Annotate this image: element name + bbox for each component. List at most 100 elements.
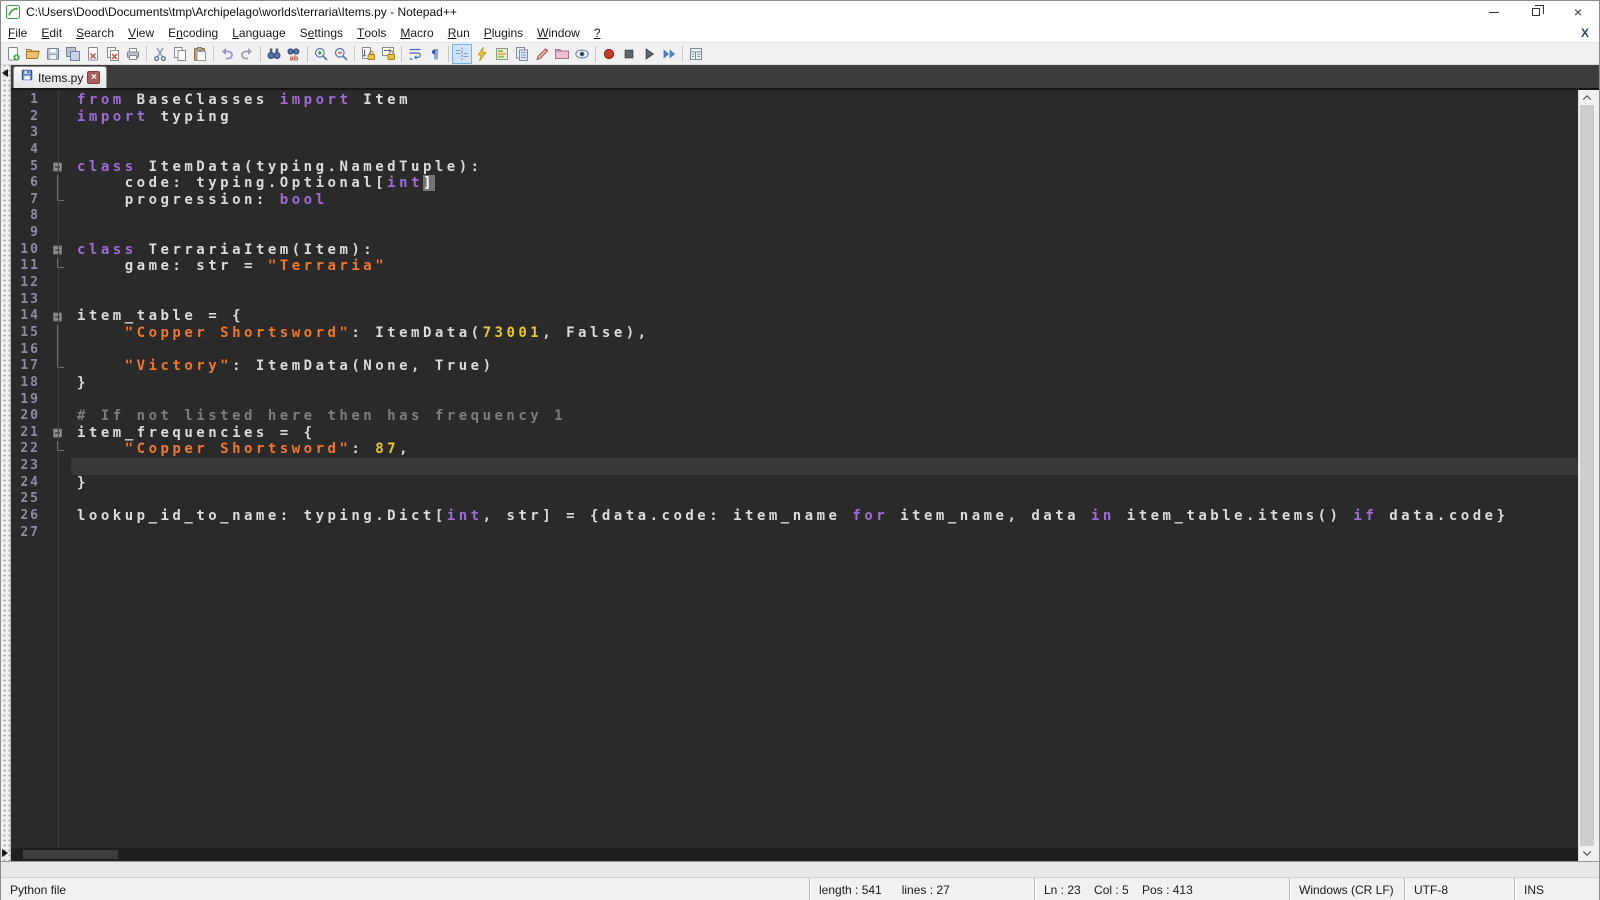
code-line-17[interactable]: "Victory": ItemData(None, True) [71,358,1578,375]
code-line-27[interactable] [71,525,1578,542]
redo-button[interactable] [237,44,257,64]
macro-stop-button[interactable] [619,44,639,64]
line-number[interactable]: 16 [11,342,49,359]
code-line-10[interactable]: class TerrariaItem(Item): [71,242,1578,259]
replace-button[interactable]: ab [284,44,304,64]
menu-item-encoding[interactable]: Encoding [161,23,225,42]
close-button[interactable] [83,44,103,64]
monitoring-button[interactable] [572,44,592,64]
line-number[interactable]: 26 [11,508,49,525]
line-number[interactable]: 8 [11,208,49,225]
code-line-1[interactable]: from BaseClasses import Item [71,92,1578,109]
open-button[interactable] [23,44,43,64]
code-line-20[interactable]: # If not listed here then has frequency … [71,408,1578,425]
line-number[interactable]: 1 [11,92,49,109]
code-line-5[interactable]: class ItemData(typing.NamedTuple): [71,159,1578,176]
status-encoding[interactable]: UTF-8 [1404,878,1514,900]
code-line-18[interactable]: } [71,375,1578,392]
menu-item-macro[interactable]: Macro [393,23,440,42]
menu-item-file[interactable]: File [1,23,34,42]
print-button[interactable] [123,44,143,64]
sync-scroll-vertical-button[interactable] [358,44,378,64]
line-number[interactable]: 9 [11,225,49,242]
code-line-2[interactable]: import typing [71,109,1578,126]
line-number[interactable]: 13 [11,292,49,309]
scroll-down-arrow-icon[interactable] [1579,846,1595,861]
editor-text-area[interactable]: 1 from BaseClasses import Item 2 import typ… [11,90,1578,861]
line-number[interactable]: 25 [11,491,49,508]
close-document-x-button[interactable]: X [1581,26,1589,40]
close-all-button[interactable] [103,44,123,64]
line-number[interactable]: 3 [11,125,49,142]
macro-record-button[interactable] [599,44,619,64]
menu-item-run[interactable]: Run [441,23,477,42]
find-button[interactable] [264,44,284,64]
code-line-6[interactable]: code: typing.Optional[int] [71,175,1578,192]
code-line-25[interactable] [71,491,1578,508]
document-switcher-button[interactable] [686,44,706,64]
line-number[interactable]: 2 [11,109,49,126]
line-number[interactable]: 21 [11,425,49,442]
undo-button[interactable] [217,44,237,64]
tab-close-icon[interactable]: × [87,71,100,84]
line-number[interactable]: 12 [11,275,49,292]
vertical-scrollbar-track[interactable] [1579,105,1595,846]
line-number[interactable]: 22 [11,441,49,458]
word-wrap-button[interactable] [405,44,425,64]
code-line-12[interactable] [71,275,1578,292]
line-number[interactable]: 18 [11,375,49,392]
macro-run-multiple-button[interactable] [659,44,679,64]
code-line-14[interactable]: item_table = { [71,308,1578,325]
line-number[interactable]: 14 [11,308,49,325]
menu-item-view[interactable]: View [121,23,161,42]
line-number[interactable]: 27 [11,525,49,542]
menu-item-plugins[interactable]: Plugins [477,23,530,42]
cut-button[interactable] [150,44,170,64]
code-line-19[interactable] [71,392,1578,409]
menu-item-search[interactable]: Search [69,23,121,42]
menu-item-tools[interactable]: Tools [350,23,393,42]
menu-item-window[interactable]: Window [530,23,587,42]
code-line-23[interactable] [71,458,1578,475]
code-line-4[interactable] [71,142,1578,159]
line-number[interactable]: 5 [11,159,49,176]
show-indent-guide-button[interactable] [452,44,472,64]
document-map-button[interactable] [492,44,512,64]
menu-item-settings[interactable]: Settings [293,23,350,42]
sync-scroll-horizontal-button[interactable] [378,44,398,64]
horizontal-scrollbar[interactable] [11,848,1578,861]
code-line-22[interactable]: "Copper Shortsword": 87, [71,441,1578,458]
line-number[interactable]: 20 [11,408,49,425]
line-number[interactable]: 10 [11,242,49,259]
code-line-21[interactable]: item_frequencies = { [71,425,1578,442]
code-line-24[interactable]: } [71,475,1578,492]
code-line-9[interactable] [71,225,1578,242]
line-number[interactable]: 6 [11,175,49,192]
function-list-button[interactable] [472,44,492,64]
zoom-out-button[interactable] [331,44,351,64]
menu-item-help[interactable]: ? [587,23,608,42]
code-line-8[interactable] [71,208,1578,225]
code-line-13[interactable] [71,292,1578,309]
line-number[interactable]: 23 [11,458,49,475]
copy-button[interactable] [170,44,190,64]
docking-grip[interactable] [1,65,11,861]
vertical-scrollbar-thumb[interactable] [1580,105,1594,846]
macro-play-button[interactable] [639,44,659,64]
folder-as-workspace-button[interactable] [552,44,572,64]
line-number[interactable]: 11 [11,258,49,275]
status-insert-mode[interactable]: INS [1514,878,1599,900]
save-button[interactable] [43,44,63,64]
tab-items-py[interactable]: Items.py × [13,66,107,88]
line-number[interactable]: 17 [11,358,49,375]
code-line-16[interactable] [71,342,1578,359]
code-line-7[interactable]: progression: bool [71,192,1578,209]
scroll-up-arrow-icon[interactable] [1579,90,1595,105]
code-line-11[interactable]: game: str = "Terraria" [71,258,1578,275]
line-number[interactable]: 7 [11,192,49,209]
code-line-15[interactable]: "Copper Shortsword": ItemData(73001, Fal… [71,325,1578,342]
minimize-button[interactable] [1473,1,1515,23]
collapse-left-arrow-icon[interactable] [2,69,8,77]
status-eol-format[interactable]: Windows (CR LF) [1289,878,1404,900]
line-number[interactable]: 24 [11,475,49,492]
